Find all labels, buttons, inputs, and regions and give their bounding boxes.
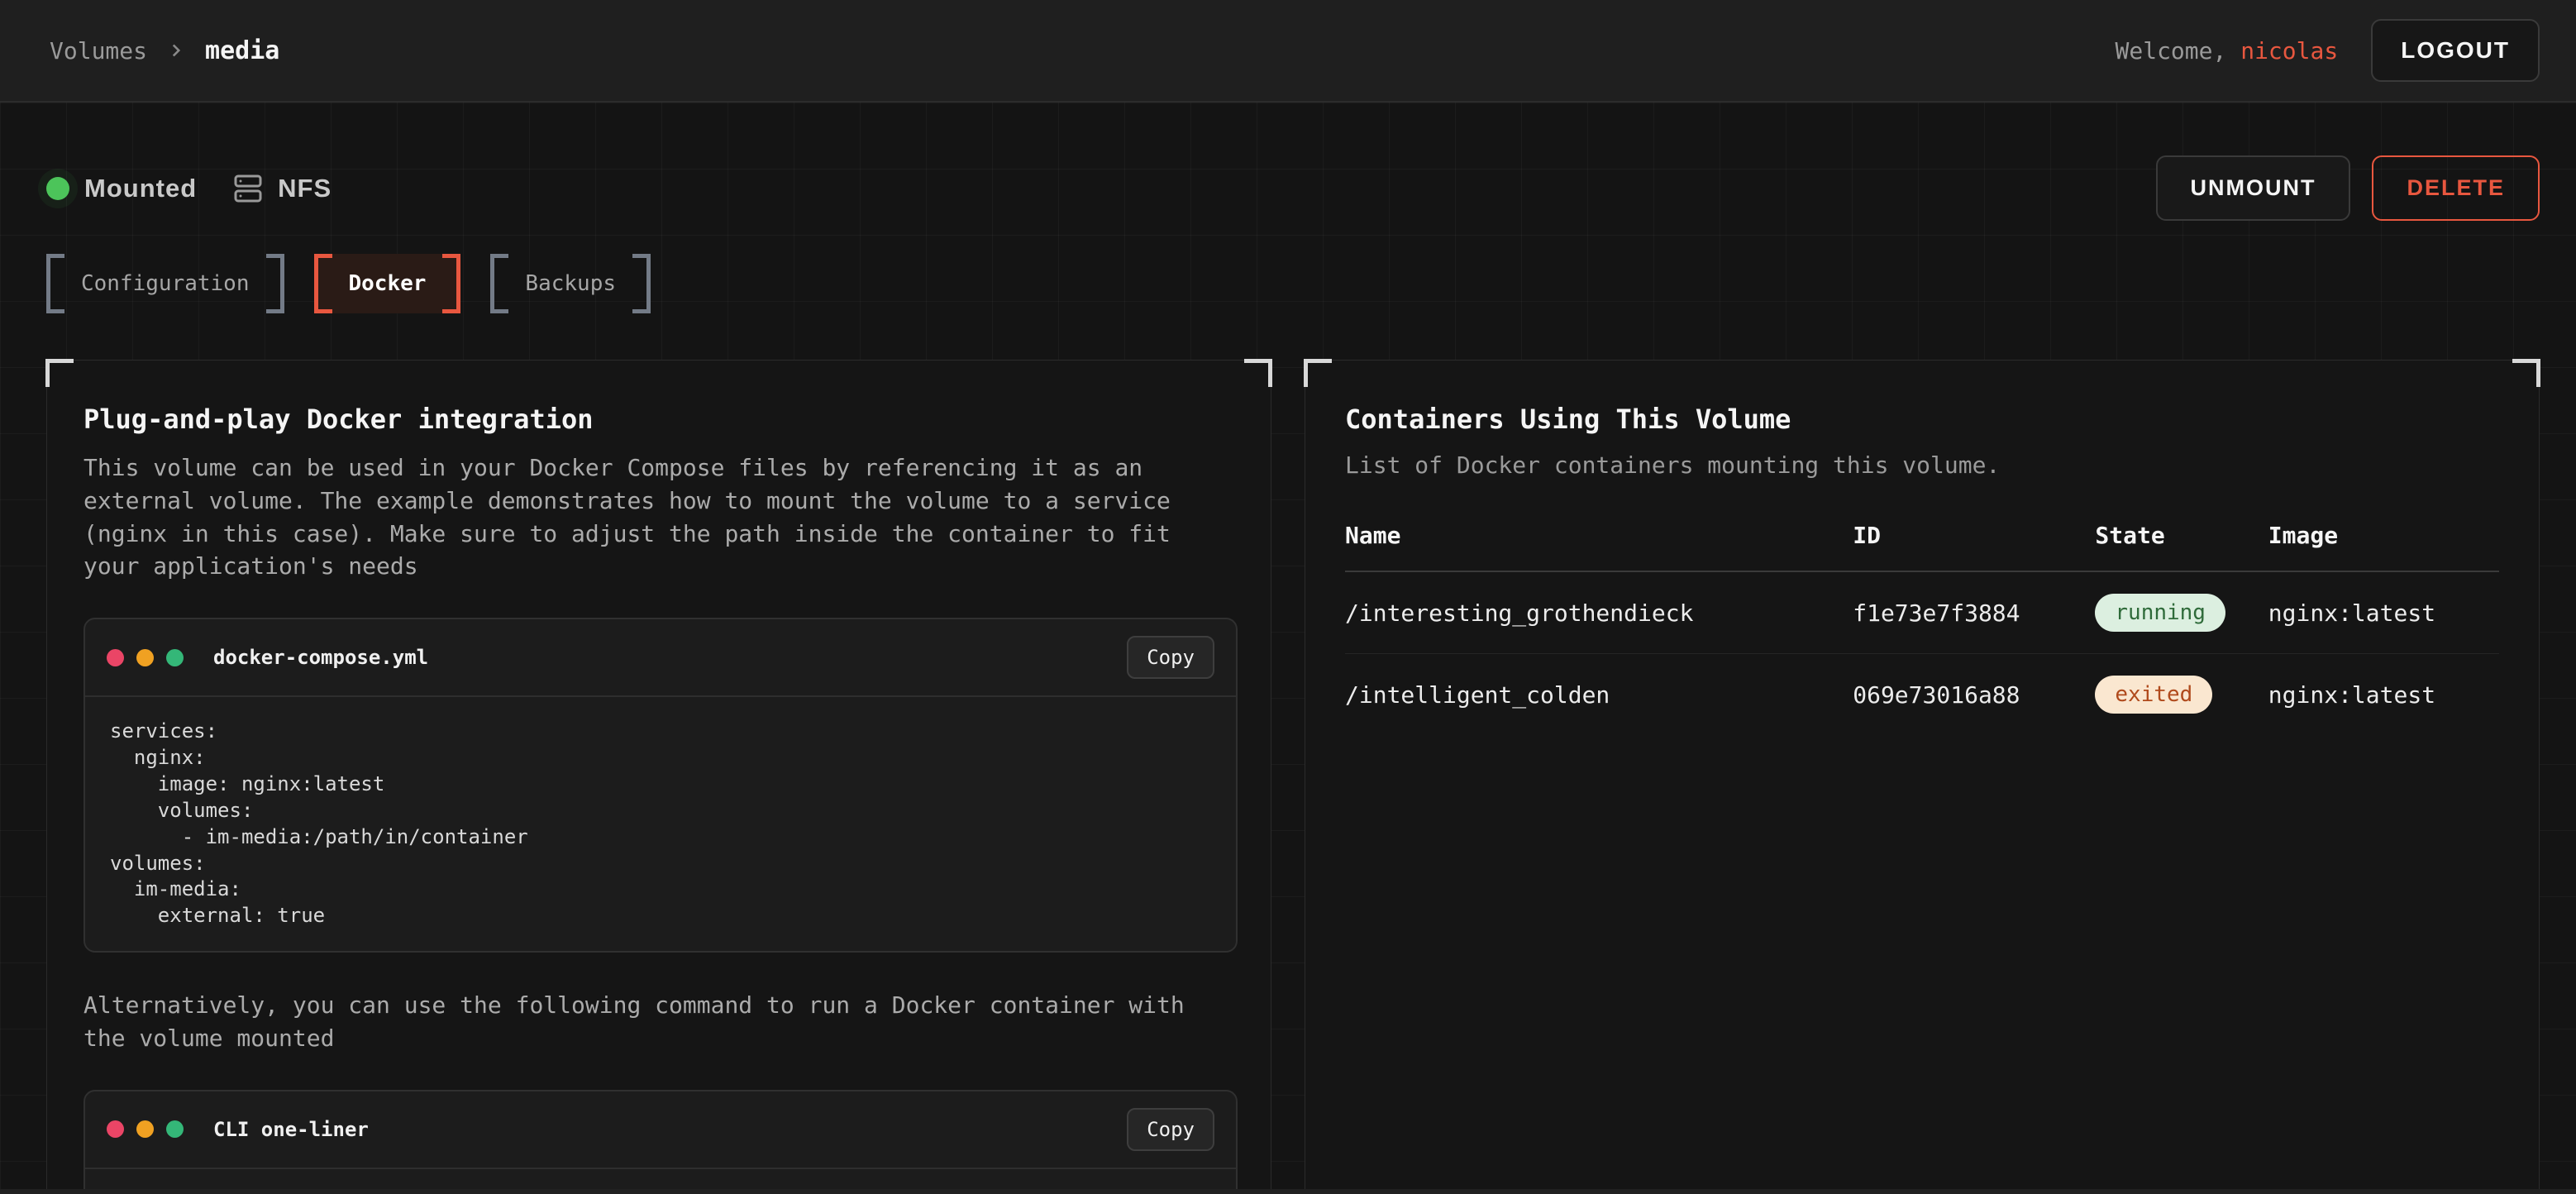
col-header-state: State <box>2095 522 2268 571</box>
volume-actions: UNMOUNT DELETE <box>2156 155 2540 221</box>
cli-title: CLI one-liner <box>213 1118 369 1141</box>
cli-code-block: CLI one-liner Copy docker run -v im-medi… <box>83 1090 1238 1194</box>
mounted-status: Mounted <box>46 174 197 203</box>
logout-button[interactable]: LOGOUT <box>2371 19 2540 82</box>
status-indicators: Mounted NFS <box>46 174 332 203</box>
container-image: nginx:latest <box>2268 571 2499 654</box>
compose-code-header: docker-compose.yml Copy <box>85 619 1236 695</box>
breadcrumb: Volumes media <box>50 36 279 65</box>
table-header-row: Name ID State Image <box>1345 522 2499 571</box>
container-id: 069e73016a88 <box>1853 654 2095 736</box>
volume-detail-page: Volumes media Welcome, nicolas LOGOUT Mo… <box>0 0 2576 1194</box>
containers-panel-subtitle: List of Docker containers mounting this … <box>1345 451 2499 479</box>
mounted-status-label: Mounted <box>84 174 197 203</box>
traffic-amber-icon <box>136 1120 154 1138</box>
table-row: /interesting_grothendieck f1e73e7f3884 r… <box>1345 571 2499 654</box>
container-id: f1e73e7f3884 <box>1853 571 2095 654</box>
next-section-edge <box>0 1189 2576 1194</box>
delete-button[interactable]: DELETE <box>2372 155 2540 221</box>
server-icon <box>233 174 263 203</box>
chevron-right-icon <box>165 40 187 61</box>
traffic-red-icon <box>107 649 124 666</box>
username: nicolas <box>2240 37 2338 64</box>
container-name: /intelligent_colden <box>1345 654 1853 736</box>
panel-corner-decoration <box>1304 359 1332 387</box>
container-image: nginx:latest <box>2268 654 2499 736</box>
status-row: Mounted NFS UNMOUNT DELETE <box>46 155 2540 221</box>
traffic-green-icon <box>166 649 184 666</box>
compose-code-content: services: nginx: image: nginx:latest vol… <box>85 695 1236 951</box>
welcome-prefix: Welcome, <box>2116 37 2241 64</box>
traffic-lights <box>107 649 184 666</box>
traffic-amber-icon <box>136 649 154 666</box>
container-name: /interesting_grothendieck <box>1345 571 1853 654</box>
tab-bar: Configuration Docker Backups <box>46 254 2540 313</box>
traffic-green-icon <box>166 1120 184 1138</box>
panels-row: Plug-and-play Docker integration This vo… <box>46 360 2540 1194</box>
mounted-status-dot-icon <box>46 177 69 200</box>
breadcrumb-volumes-link[interactable]: Volumes <box>50 37 147 64</box>
compose-code-block: docker-compose.yml Copy services: nginx:… <box>83 618 1238 953</box>
filesystem-type-label: NFS <box>278 174 332 203</box>
panel-corner-decoration <box>1244 359 1272 387</box>
panel-corner-decoration <box>2512 359 2540 387</box>
compose-filename: docker-compose.yml <box>213 646 428 669</box>
status-badge: running <box>2095 594 2225 632</box>
main-content: Mounted NFS UNMOUNT DELETE Con <box>0 103 2576 1194</box>
containers-panel-title: Containers Using This Volume <box>1345 404 2499 435</box>
cli-copy-button[interactable]: Copy <box>1127 1108 1214 1151</box>
col-header-id: ID <box>1853 522 2095 571</box>
welcome-text: Welcome, nicolas <box>2116 37 2339 64</box>
panel-corner-decoration <box>45 359 74 387</box>
unmount-button[interactable]: UNMOUNT <box>2156 155 2351 221</box>
containers-panel: Containers Using This Volume List of Doc… <box>1305 360 2540 1194</box>
tab-backups[interactable]: Backups <box>490 254 651 313</box>
cli-code-header: CLI one-liner Copy <box>85 1091 1236 1168</box>
breadcrumb-current-volume: media <box>205 36 279 65</box>
traffic-lights <box>107 1120 184 1138</box>
topbar-right: Welcome, nicolas LOGOUT <box>2116 19 2540 82</box>
docker-integration-panel: Plug-and-play Docker integration This vo… <box>46 360 1271 1194</box>
status-badge: exited <box>2095 676 2212 714</box>
tab-docker[interactable]: Docker <box>314 254 461 313</box>
col-header-image: Image <box>2268 522 2499 571</box>
docker-panel-description: This volume can be used in your Docker C… <box>83 451 1208 583</box>
table-row: /intelligent_colden 069e73016a88 exited … <box>1345 654 2499 736</box>
col-header-name: Name <box>1345 522 1853 571</box>
tab-configuration[interactable]: Configuration <box>46 254 284 313</box>
compose-copy-button[interactable]: Copy <box>1127 636 1214 679</box>
docker-panel-title: Plug-and-play Docker integration <box>83 404 1238 435</box>
cli-intro-text: Alternatively, you can use the following… <box>83 989 1208 1055</box>
traffic-red-icon <box>107 1120 124 1138</box>
containers-table: Name ID State Image /interesting_grothen… <box>1345 522 2499 735</box>
filesystem-type: NFS <box>233 174 332 203</box>
topbar: Volumes media Welcome, nicolas LOGOUT <box>0 0 2576 103</box>
